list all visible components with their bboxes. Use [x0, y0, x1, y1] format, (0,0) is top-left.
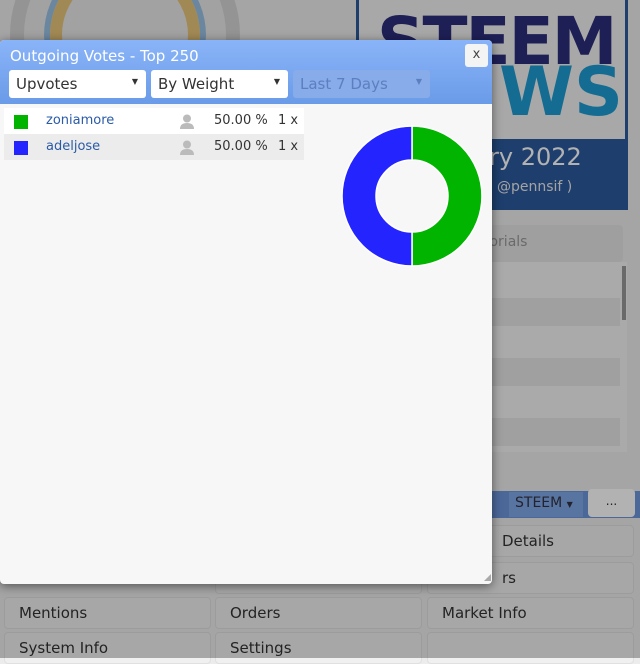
- vote-percent: 50.00 %: [214, 139, 268, 154]
- period-label: Last 7 Days: [300, 75, 388, 93]
- chevron-down-icon: ▼: [131, 77, 138, 86]
- vote-count: 1 x: [278, 139, 299, 154]
- vote-type-label: Upvotes: [16, 75, 78, 93]
- color-swatch: [14, 115, 28, 129]
- chevron-down-icon: ▼: [273, 77, 280, 86]
- vote-percent: 50.00 %: [214, 113, 268, 128]
- votes-table: zoniamore 50.00 % 1 x adeljose 50.00 % 1…: [4, 108, 304, 160]
- close-button[interactable]: x: [465, 44, 488, 67]
- vote-type-select[interactable]: Upvotes ▼: [9, 70, 146, 98]
- resize-handle[interactable]: [484, 574, 491, 581]
- dialog-title: Outgoing Votes - Top 250: [10, 47, 199, 65]
- donut-slice-zoniamore: [411, 125, 483, 267]
- voter-link[interactable]: adeljose: [46, 139, 100, 154]
- period-select: Last 7 Days ▼: [293, 70, 430, 98]
- color-swatch: [14, 141, 28, 155]
- user-icon[interactable]: [180, 114, 194, 129]
- table-row: adeljose 50.00 % 1 x: [4, 134, 304, 160]
- vote-count: 1 x: [278, 113, 299, 128]
- voter-link[interactable]: zoniamore: [46, 113, 114, 128]
- table-row: zoniamore 50.00 % 1 x: [4, 108, 304, 134]
- outgoing-votes-dialog: Outgoing Votes - Top 250 x Upvotes ▼ By W…: [0, 40, 492, 584]
- dialog-header[interactable]: Outgoing Votes - Top 250 x Upvotes ▼ By W…: [0, 40, 492, 104]
- donut-slice-adeljose: [341, 125, 413, 267]
- sort-select[interactable]: By Weight ▼: [151, 70, 288, 98]
- user-icon[interactable]: [180, 140, 194, 155]
- chevron-down-icon: ▼: [415, 77, 422, 86]
- votes-donut-chart: [341, 125, 483, 267]
- sort-label: By Weight: [158, 75, 235, 93]
